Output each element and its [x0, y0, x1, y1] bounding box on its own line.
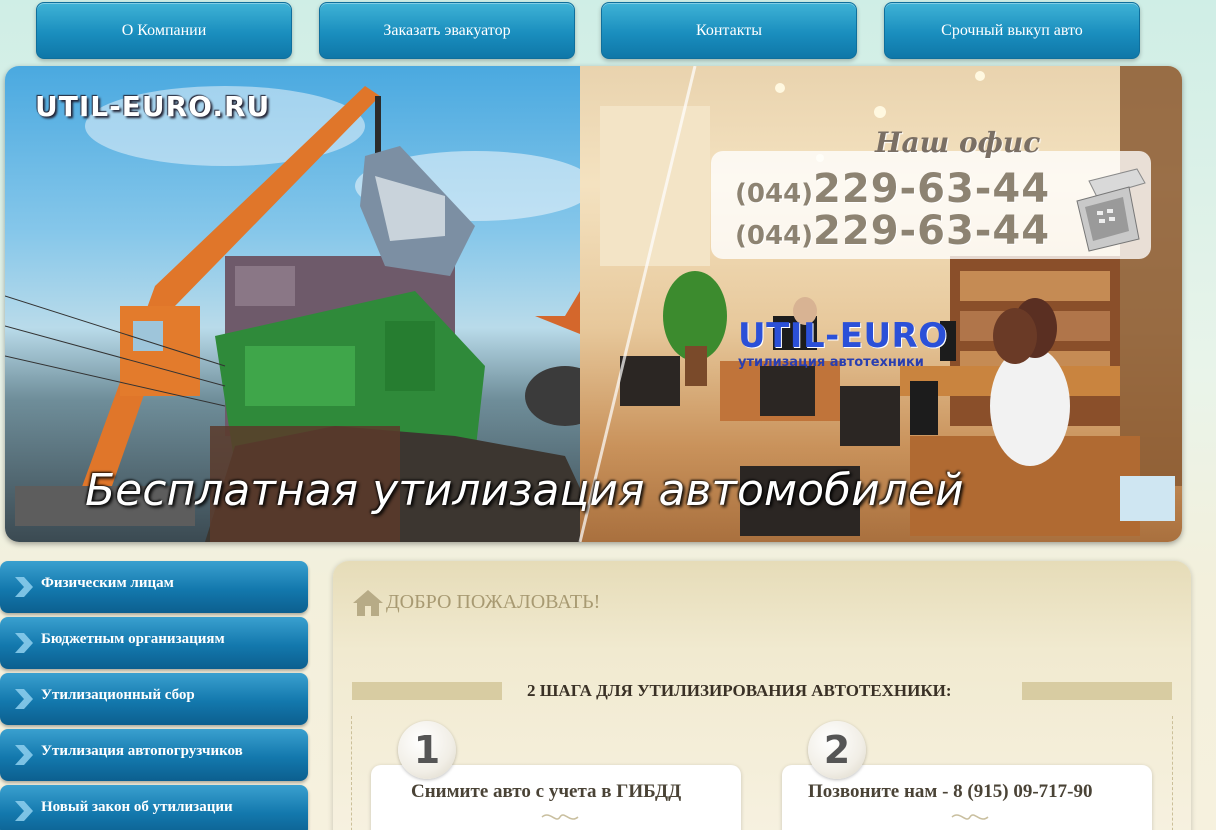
sidebar-item-label: Утилизация автопогрузчиков	[41, 743, 243, 759]
phone-code: (044)	[735, 221, 814, 251]
chevron-right-icon	[15, 745, 33, 765]
home-icon	[353, 590, 383, 616]
step-number-2: 2	[808, 721, 866, 779]
office-label: Наш офис	[875, 126, 1041, 159]
phone-code: (044)	[735, 179, 814, 209]
sidebar-item-label: Утилизационный сбор	[41, 687, 195, 703]
mobile-phone-icon	[1076, 168, 1146, 252]
phone-digits: 229-63-44	[813, 166, 1051, 212]
sidebar-item-individuals[interactable]: Физическим лицам	[0, 561, 308, 613]
nav-order-tow-truck[interactable]: Заказать эвакуатор	[319, 2, 575, 59]
sidebar-item-new-law[interactable]: Новый закон об утилизации	[0, 785, 308, 830]
chevron-right-icon	[15, 801, 33, 821]
nav-about-company[interactable]: О Компании	[36, 2, 292, 59]
site-logo-text[interactable]: UTIL-EURO.RU	[35, 90, 270, 123]
chevron-right-icon	[15, 689, 33, 709]
step-title-1: Снимите авто с учета в ГИБДД	[411, 781, 682, 802]
swirl-ornament-icon	[541, 814, 579, 820]
sidebar-item-recycling-fee[interactable]: Утилизационный сбор	[0, 673, 308, 725]
brand-name: UTIL-EURO	[738, 316, 948, 356]
phone-number-2[interactable]: (044)229-63-44	[735, 208, 1050, 254]
banner-slogan: Бесплатная утилизация автомобилей	[85, 465, 964, 516]
nav-contacts[interactable]: Контакты	[601, 2, 857, 59]
chevron-right-icon	[15, 577, 33, 597]
sidebar-item-label: Бюджетным организациям	[41, 631, 225, 647]
sidebar-item-label: Физическим лицам	[41, 575, 174, 591]
top-navigation: О Компании Заказать эвакуатор Контакты С…	[0, 0, 1216, 64]
page-title: ДОБРО ПОЖАЛОВАТЬ!	[386, 591, 601, 613]
swirl-ornament-icon	[951, 814, 989, 820]
nav-urgent-car-buyout[interactable]: Срочный выкуп авто	[884, 2, 1140, 59]
sidebar-item-budget-organizations[interactable]: Бюджетным организациям	[0, 617, 308, 669]
steps-heading: 2 ШАГА ДЛЯ УТИЛИЗИРОВАНИЯ АВТОТЕХНИКИ:	[527, 681, 952, 700]
step-title-2: Позвоните нам - 8 (915) 09-717-90	[808, 781, 1093, 802]
brand-tagline: утилизация автотехники	[738, 355, 924, 370]
sidebar-item-label: Новый закон об утилизации	[41, 799, 233, 815]
sidebar-item-forklift-recycling[interactable]: Утилизация автопогрузчиков	[0, 729, 308, 781]
phone-number-1[interactable]: (044)229-63-44	[735, 166, 1050, 212]
chevron-right-icon	[15, 633, 33, 653]
phone-digits: 229-63-44	[813, 208, 1051, 254]
step-number-1: 1	[398, 721, 456, 779]
